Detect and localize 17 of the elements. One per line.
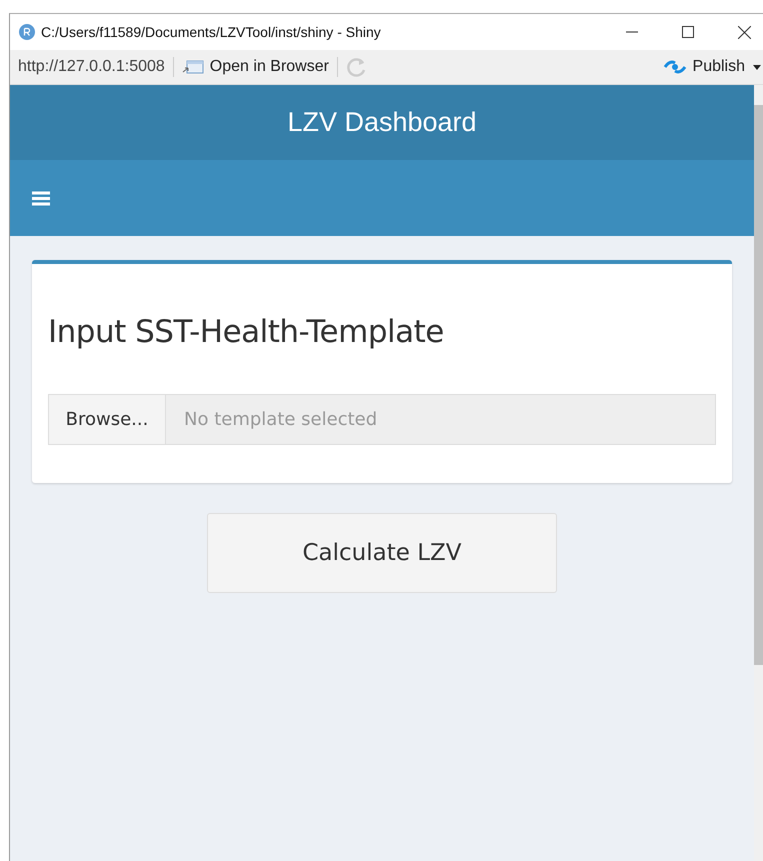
browse-button[interactable]: Browse... [48,394,166,445]
menu-icon[interactable] [32,190,50,206]
caret-icon[interactable] [753,64,761,70]
file-name-field[interactable]: No template selected [166,394,716,445]
window-icon [182,59,204,75]
window-title: C:/Users/f11589/Documents/LZVTool/inst/shiny - Shiny [41,24,381,40]
publish-icon [662,58,687,76]
close-icon[interactable] [738,26,751,38]
card-title: Input SST-Health-Template [48,314,445,350]
url-text: http://127.0.0.1:5008 [18,58,165,76]
calculate-button[interactable]: Calculate LZV [207,513,557,593]
publish-button[interactable]: Publish [662,58,745,76]
r-logo-icon [19,24,35,40]
open-in-browser-button[interactable]: Open in Browser [182,58,329,76]
scrollbar[interactable] [754,85,763,861]
maximize-icon[interactable] [682,26,694,38]
dashboard-title: LZV Dashboard [287,107,477,138]
